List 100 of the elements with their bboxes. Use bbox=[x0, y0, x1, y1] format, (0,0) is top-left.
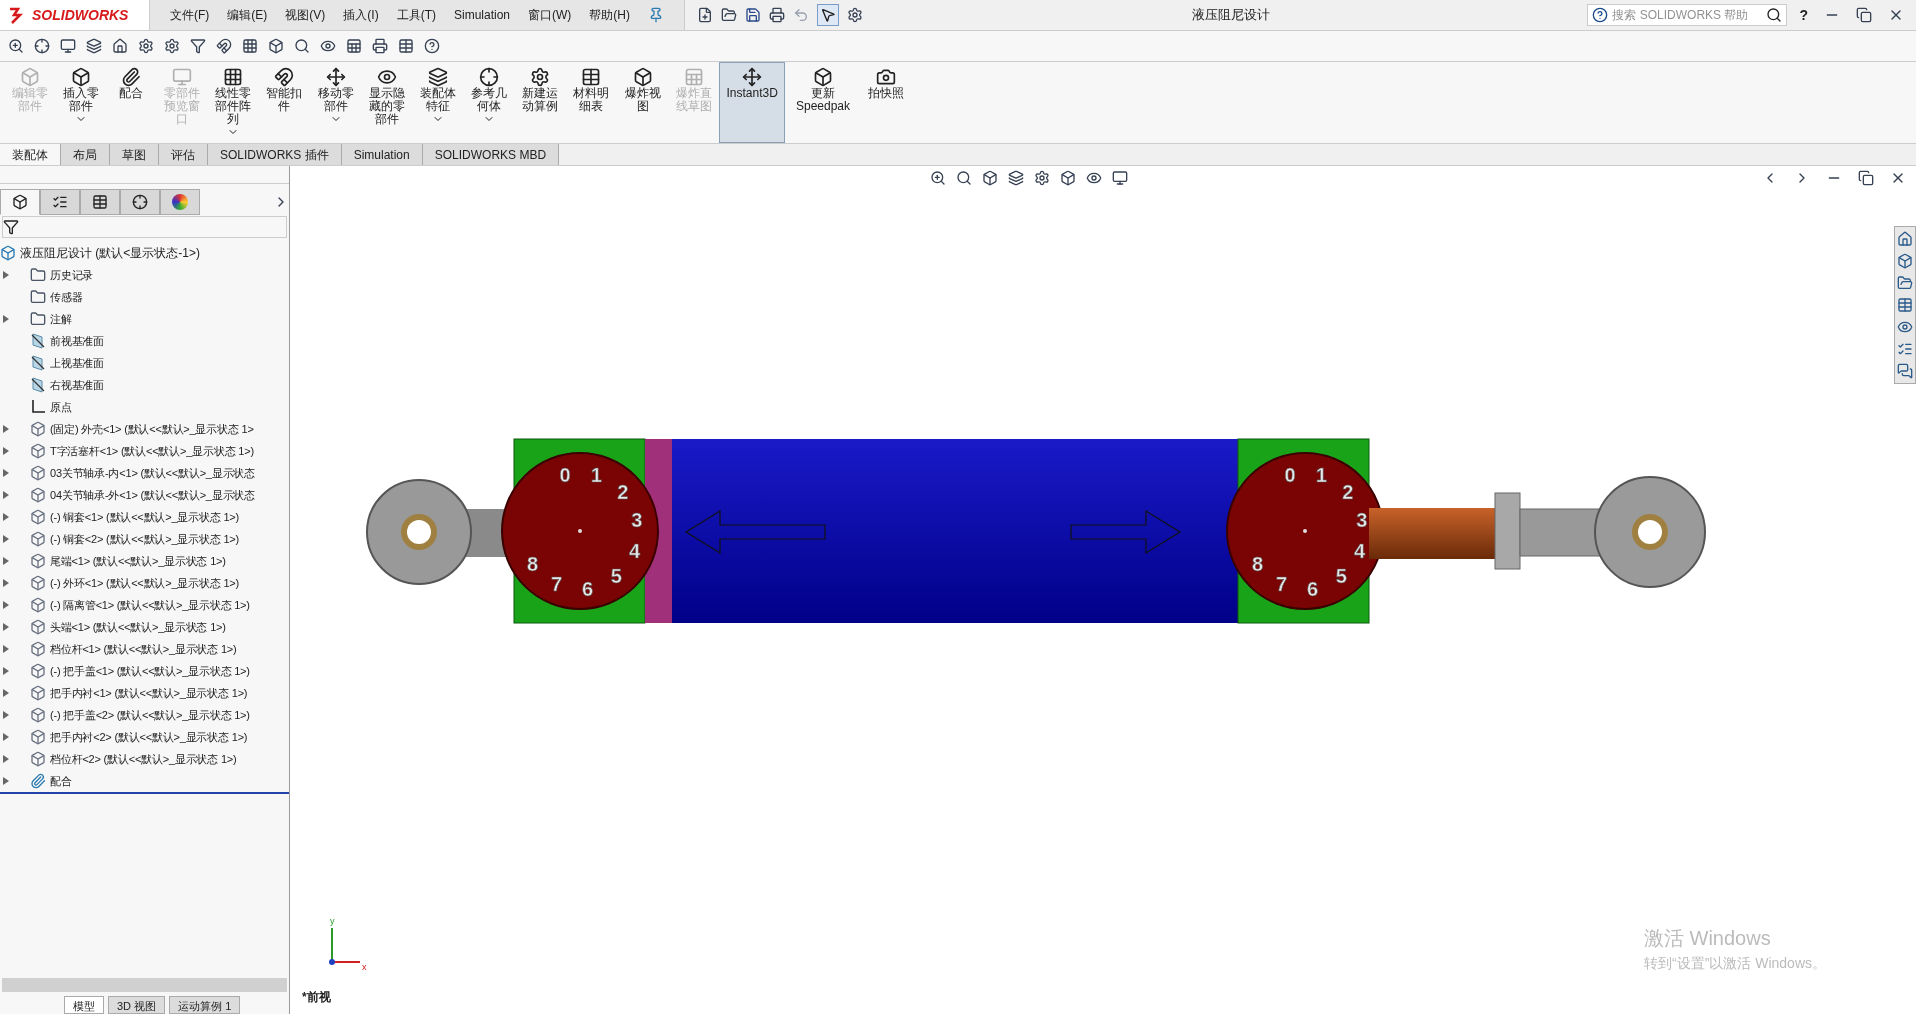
toolbar-icon[interactable] bbox=[86, 38, 102, 54]
tree-item[interactable]: (固定) 外壳<1> (默认<<默认>_显示状态 1> bbox=[50, 420, 254, 438]
toolbar-icon[interactable] bbox=[268, 38, 284, 54]
save-icon[interactable] bbox=[745, 7, 761, 23]
expand-arrow-icon[interactable] bbox=[3, 711, 9, 719]
toolbar-icon[interactable] bbox=[8, 38, 24, 54]
ribbon-tab[interactable]: 布局 bbox=[61, 144, 110, 165]
toolbar-icon[interactable] bbox=[112, 38, 128, 54]
ribbon-tab[interactable]: SOLIDWORKS 插件 bbox=[208, 144, 342, 165]
search-field[interactable]: 搜索 SOLIDWORKS 帮助 bbox=[1587, 4, 1788, 26]
command-button[interactable]: 新建运动算例 bbox=[514, 62, 566, 143]
select-tool[interactable] bbox=[817, 4, 839, 26]
search-icon[interactable] bbox=[1766, 7, 1783, 23]
expand-arrow-icon[interactable] bbox=[3, 645, 9, 653]
expand-arrow-icon[interactable] bbox=[3, 777, 9, 785]
toolbar-icon[interactable] bbox=[372, 38, 388, 54]
expand-arrow-icon[interactable] bbox=[3, 601, 9, 609]
tree-item[interactable]: (-) 外环<1> (默认<<默认>_显示状态 1>) bbox=[50, 574, 239, 592]
expand-arrow-icon[interactable] bbox=[3, 667, 9, 675]
menu-item[interactable]: 编辑(E) bbox=[227, 6, 268, 24]
expand-arrow-icon[interactable] bbox=[3, 469, 9, 477]
tree-item[interactable]: 历史记录 bbox=[50, 266, 94, 284]
command-button[interactable]: 更新Speedpak bbox=[784, 62, 862, 143]
panel-tab[interactable] bbox=[40, 189, 80, 215]
tree-item[interactable]: T字活塞杆<1> (默认<<默认>_显示状态 1>) bbox=[50, 442, 254, 460]
list-icon[interactable] bbox=[1897, 341, 1913, 357]
settings-icon[interactable] bbox=[847, 7, 863, 23]
toolbar-icon[interactable] bbox=[216, 38, 232, 54]
ribbon-tab[interactable]: SOLIDWORKS MBD bbox=[422, 144, 560, 165]
print-icon[interactable] bbox=[769, 7, 785, 23]
eye-icon[interactable] bbox=[1086, 170, 1102, 186]
expand-arrow-icon[interactable] bbox=[3, 513, 9, 521]
command-button[interactable]: 配合 bbox=[106, 62, 157, 143]
home-icon[interactable] bbox=[1897, 231, 1913, 247]
new-file-icon[interactable] bbox=[697, 7, 713, 23]
table-icon[interactable] bbox=[1897, 297, 1913, 313]
panel-tab[interactable] bbox=[80, 189, 120, 215]
tree-item[interactable]: 档位杆<2> (默认<<默认>_显示状态 1>) bbox=[50, 750, 237, 768]
menu-item[interactable]: 帮助(H) bbox=[589, 6, 630, 24]
filter-field[interactable] bbox=[2, 216, 287, 238]
panel-tab[interactable] bbox=[0, 189, 40, 215]
tree-item[interactable]: 把手内衬<2> (默认<<默认>_显示状态 1>) bbox=[50, 728, 248, 746]
toolbar-icon[interactable] bbox=[138, 38, 154, 54]
command-button[interactable]: Instant3D bbox=[719, 62, 785, 143]
menu-item[interactable]: 窗口(W) bbox=[528, 6, 572, 24]
tree-item[interactable]: 03关节轴承-内<1> (默认<<默认>_显示状态 bbox=[50, 464, 255, 482]
tree-item[interactable]: 注解 bbox=[50, 310, 72, 328]
toolbar-icon[interactable] bbox=[424, 38, 440, 54]
folder-icon[interactable] bbox=[1897, 275, 1913, 291]
tree-item[interactable]: (-) 把手盖<1> (默认<<默认>_显示状态 1>) bbox=[50, 662, 250, 680]
expand-arrow-icon[interactable] bbox=[3, 733, 9, 741]
tree-item[interactable]: 上视基准面 bbox=[50, 354, 104, 372]
tree-item[interactable]: (-) 隔离管<1> (默认<<默认>_显示状态 1>) bbox=[50, 596, 250, 614]
zoom-icon[interactable] bbox=[930, 170, 946, 186]
toolbar-icon[interactable] bbox=[190, 38, 206, 54]
model-tab[interactable]: 模型 bbox=[64, 996, 104, 1014]
restore-icon[interactable] bbox=[1858, 170, 1874, 186]
model-tab[interactable]: 3D 视图 bbox=[108, 996, 166, 1014]
toolbar-icon[interactable] bbox=[346, 38, 362, 54]
expand-arrow-icon[interactable] bbox=[3, 491, 9, 499]
command-button[interactable]: 爆炸视图 bbox=[617, 62, 669, 143]
ribbon-tab[interactable]: Simulation bbox=[341, 144, 423, 165]
command-button[interactable]: 线性零部件阵列 bbox=[207, 62, 259, 143]
menu-item[interactable]: 文件(F) bbox=[170, 6, 210, 24]
menu-item[interactable]: 视图(V) bbox=[285, 6, 326, 24]
tree-item[interactable]: 尾端<1> (默认<<默认>_显示状态 1>) bbox=[50, 552, 226, 570]
toolbar-icon[interactable] bbox=[60, 38, 76, 54]
toolbar-icon[interactable] bbox=[294, 38, 310, 54]
tree-item[interactable]: 传感器 bbox=[50, 288, 83, 306]
graphics-area[interactable]: 0 1 2 3 8 4 7 6 5 0 1 2 3 8 4 7 6 5 y x *前视 激活 Windows 转到“设置”以激活 Windows。 bbox=[290, 166, 1916, 1014]
command-button[interactable]: 参考几何体 bbox=[463, 62, 515, 143]
panel-tab[interactable] bbox=[120, 189, 160, 215]
toolbar-icon[interactable] bbox=[398, 38, 414, 54]
tree-item[interactable]: 原点 bbox=[50, 398, 72, 416]
open-folder-icon[interactable] bbox=[721, 7, 737, 23]
tree-item[interactable]: 右视基准面 bbox=[50, 376, 104, 394]
ribbon-tab[interactable]: 草图 bbox=[110, 144, 159, 165]
expand-arrow-icon[interactable] bbox=[3, 755, 9, 763]
command-button[interactable]: 智能扣件 bbox=[258, 62, 310, 143]
pin-icon[interactable] bbox=[648, 7, 664, 23]
horizontal-scrollbar[interactable] bbox=[2, 978, 287, 992]
help-menu[interactable]: ? bbox=[1799, 4, 1808, 26]
gear-icon[interactable] bbox=[1034, 170, 1050, 186]
ribbon-tab[interactable]: 装配体 bbox=[0, 144, 61, 165]
cube-icon[interactable] bbox=[1060, 170, 1076, 186]
expand-arrow-icon[interactable] bbox=[3, 535, 9, 543]
tree-item[interactable]: 档位杆<1> (默认<<默认>_显示状态 1>) bbox=[50, 640, 237, 658]
expand-arrow-icon[interactable] bbox=[3, 425, 9, 433]
monitor-icon[interactable] bbox=[1112, 170, 1128, 186]
tree-root[interactable]: 液压阻尼设计 (默认<显示状态-1>) bbox=[20, 244, 200, 262]
toolbar-icon[interactable] bbox=[320, 38, 336, 54]
command-button[interactable]: 装配体特征 bbox=[412, 62, 464, 143]
tree-item[interactable]: 04关节轴承-外<1> (默认<<默认>_显示状态 bbox=[50, 486, 255, 504]
cube-icon[interactable] bbox=[1897, 253, 1913, 269]
search-icon[interactable] bbox=[956, 170, 972, 186]
model-tab[interactable]: 运动算例 1 bbox=[169, 996, 241, 1014]
command-button[interactable]: 材料明细表 bbox=[565, 62, 618, 143]
toolbar-icon[interactable] bbox=[242, 38, 258, 54]
layers-icon[interactable] bbox=[1008, 170, 1024, 186]
eye-icon[interactable] bbox=[1897, 319, 1913, 335]
